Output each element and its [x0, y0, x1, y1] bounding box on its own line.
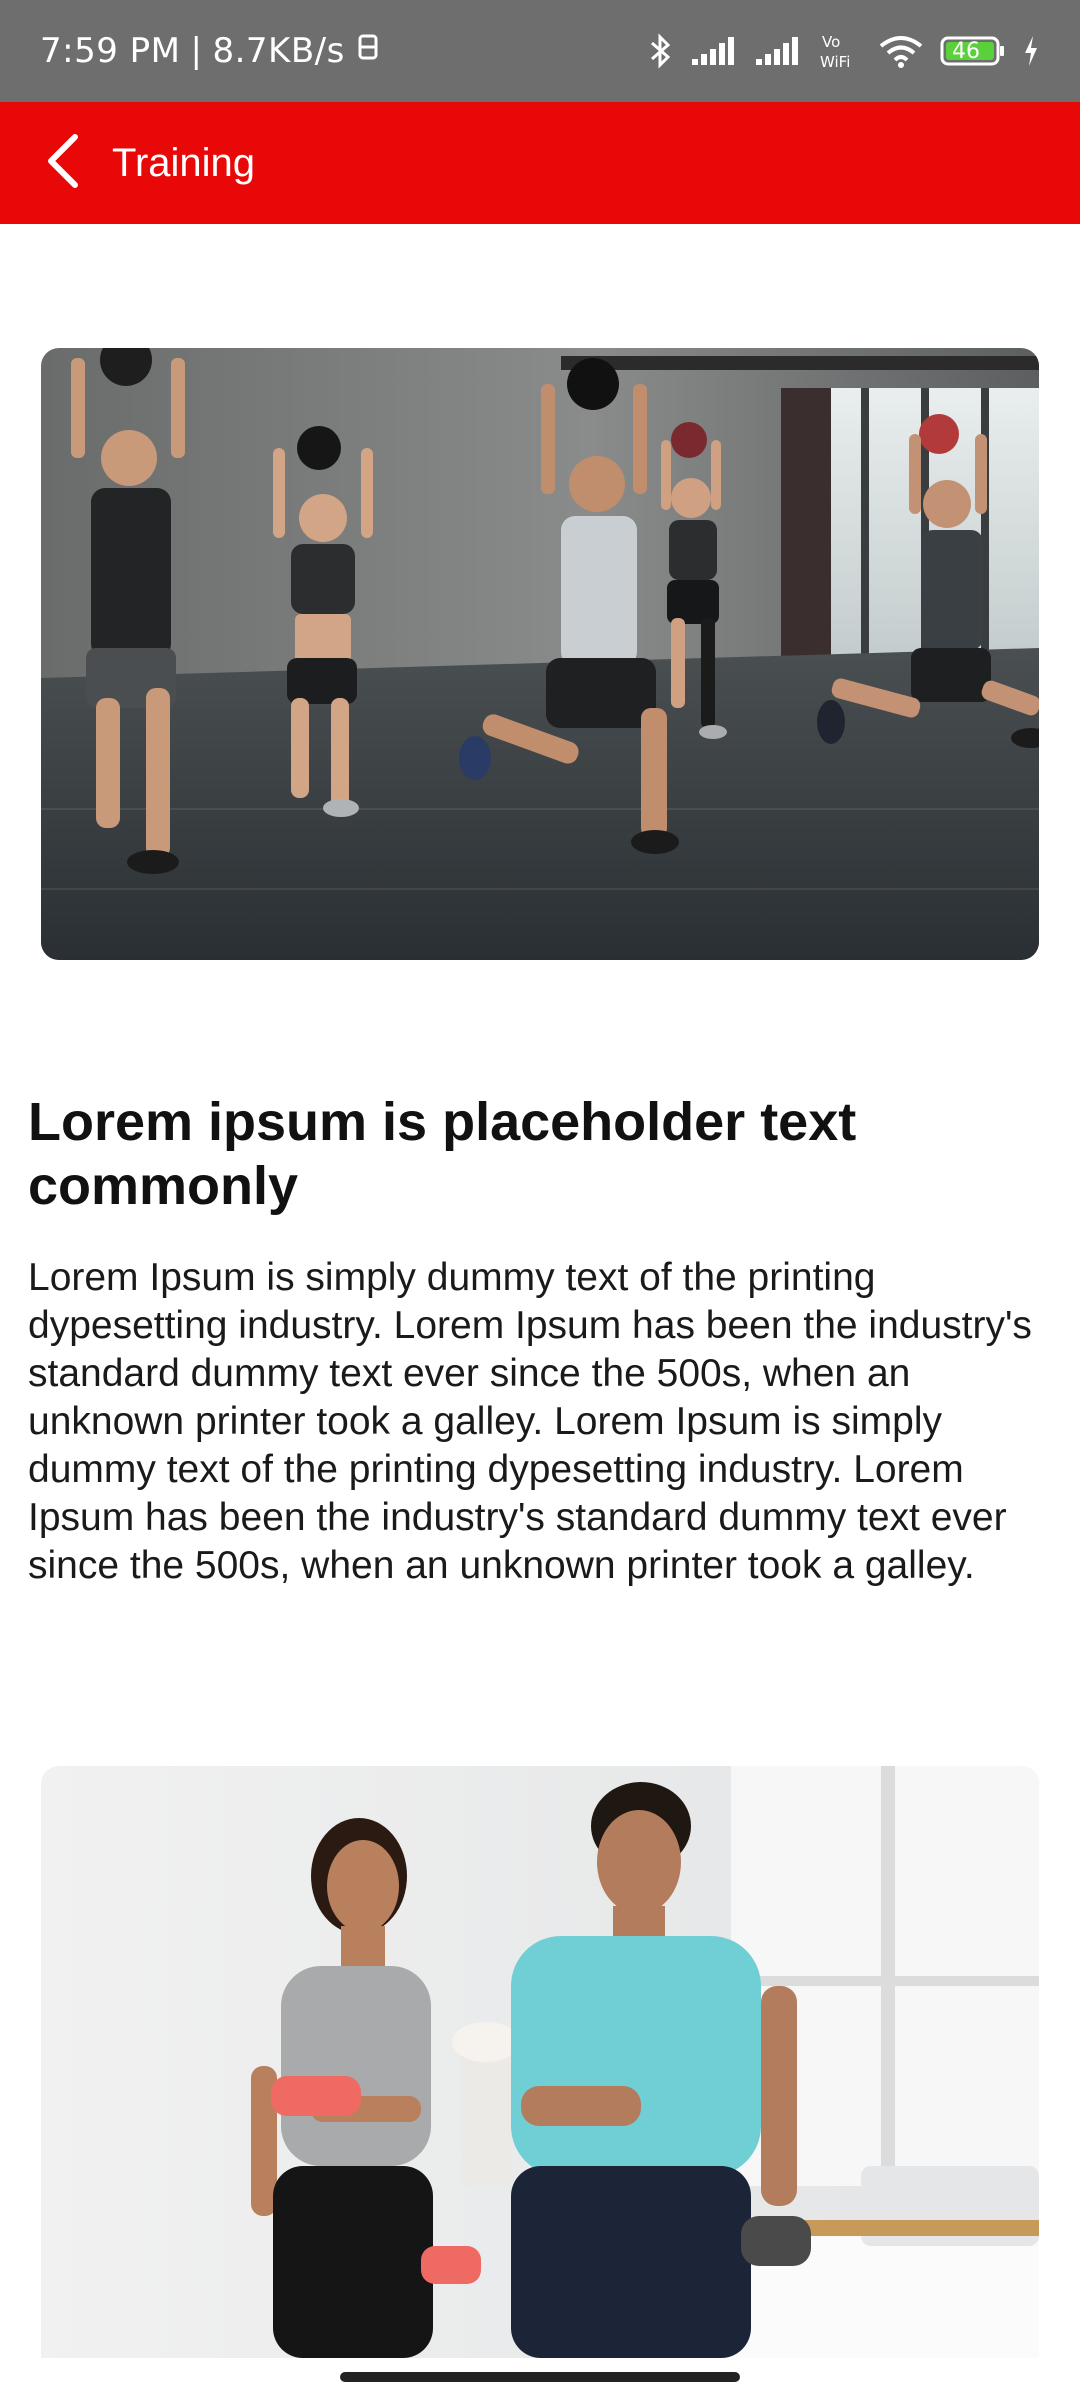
status-bar: 7:59 PM | 8.7KB/s Vo WiFi 46 — [0, 0, 1080, 102]
svg-text:Vo: Vo — [822, 33, 840, 51]
data-saver-icon — [357, 31, 379, 71]
status-right: Vo WiFi 46 — [648, 31, 1040, 71]
workout-image — [41, 1766, 1039, 2358]
page-title: Training — [112, 140, 256, 185]
network-speed: 8.7KB/s — [212, 31, 345, 71]
hero-image — [41, 348, 1039, 960]
svg-text:WiFi: WiFi — [820, 53, 850, 71]
status-left: 7:59 PM | 8.7KB/s — [40, 31, 379, 71]
article-headline: Lorem ipsum is placeholder text commonly — [28, 1092, 857, 1216]
signal-strength-icon-2 — [754, 35, 802, 67]
vowifi-icon: Vo WiFi — [818, 31, 862, 71]
bluetooth-icon — [648, 33, 674, 69]
battery-level: 46 — [952, 38, 980, 64]
status-time: 7:59 PM — [40, 31, 181, 71]
back-button[interactable] — [40, 133, 84, 193]
charging-icon — [1022, 34, 1040, 68]
chevron-left-icon — [45, 133, 79, 194]
article-body: Lorem Ipsum is simply dummy text of the … — [28, 1256, 1032, 1587]
home-indicator[interactable] — [340, 2372, 740, 2382]
status-separator: | — [190, 31, 203, 71]
app-bar: Training — [0, 102, 1080, 224]
signal-strength-icon-1 — [690, 35, 738, 67]
wifi-icon — [878, 34, 924, 68]
